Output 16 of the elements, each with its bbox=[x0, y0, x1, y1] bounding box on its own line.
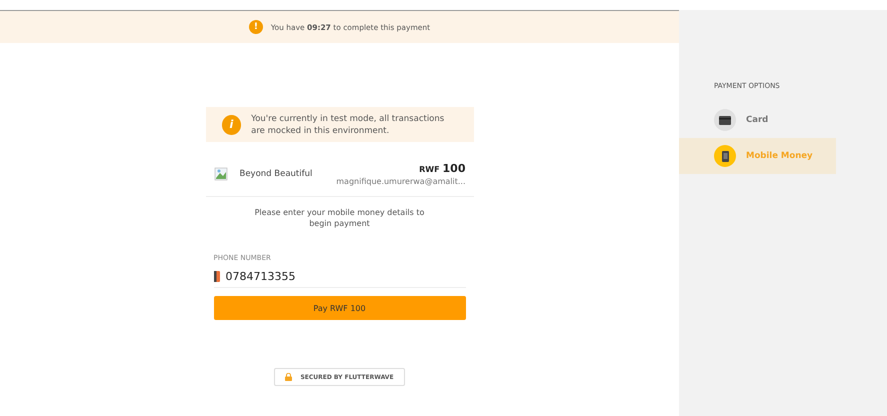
test-mode-text: You're currently in test mode, all transactions are mocked in this environment. bbox=[251, 112, 446, 136]
phone-field[interactable]: 0784713355 bbox=[226, 270, 426, 283]
payment-option[interactable]: Card bbox=[679, 102, 836, 138]
lock-icon bbox=[285, 373, 292, 381]
amount: 100 bbox=[442, 162, 466, 175]
customer-email: magnifique.umurerwa@amalit... bbox=[336, 177, 466, 186]
broken-image-icon bbox=[214, 167, 228, 181]
currency: RWF bbox=[419, 165, 440, 174]
info-icon: i bbox=[222, 114, 242, 134]
merchant-name: Beyond Beautiful bbox=[240, 169, 314, 179]
flag-icon bbox=[214, 271, 220, 282]
warning-icon: ! bbox=[248, 20, 263, 34]
phone-icon bbox=[722, 150, 728, 162]
instruction-text: Please enter your mobile money details to begin payment bbox=[254, 207, 426, 229]
card-icon bbox=[719, 116, 731, 124]
pay-button[interactable]: Pay RWF 100 bbox=[214, 296, 466, 320]
